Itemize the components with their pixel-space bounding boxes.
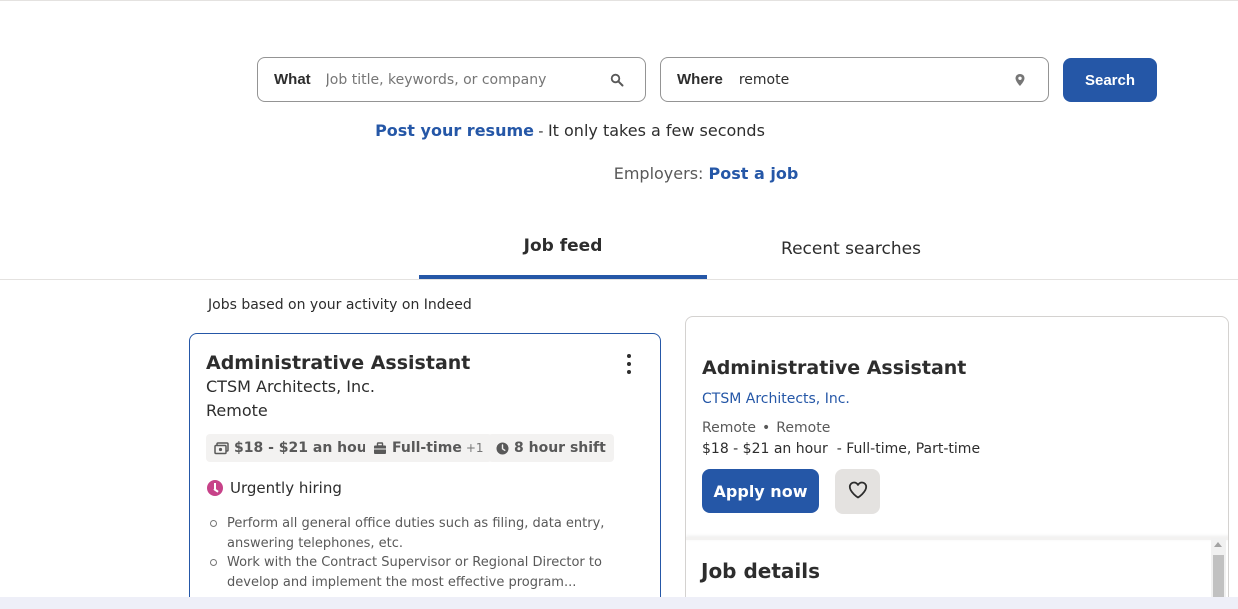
what-label: What: [274, 71, 311, 88]
detail-location: Remote • Remote: [702, 420, 830, 436]
more-vertical-icon[interactable]: [618, 352, 640, 376]
urgent-clock-icon: [207, 480, 223, 496]
salary-text: $18 - $21 an hour: [234, 440, 374, 456]
bottom-band: [0, 597, 1238, 609]
post-resume-line: Post your resume - It only takes a few s…: [0, 121, 1140, 140]
shift-chip: 8 hour shift: [488, 434, 614, 462]
search-icon: [607, 70, 627, 90]
clock-icon: [496, 442, 509, 455]
location-separator: •: [762, 420, 771, 436]
job-snippet: Perform all general office duties such a…: [208, 514, 628, 592]
job-type-chip: Full-time +1: [365, 434, 492, 462]
resume-separator: -: [533, 124, 548, 140]
employers-prefix: Employers:: [613, 164, 709, 183]
job-card[interactable]: Administrative Assistant CTSM Architects…: [189, 333, 661, 609]
job-type-text: Full-time: [392, 440, 462, 456]
briefcase-icon: [373, 441, 387, 455]
tab-recent-searches[interactable]: Recent searches: [707, 239, 995, 282]
search-button[interactable]: Search: [1063, 58, 1157, 102]
heart-icon: [848, 481, 868, 502]
tab-job-feed[interactable]: Job feed: [419, 236, 707, 279]
detail-divider: [686, 537, 1228, 540]
top-divider: [0, 0, 1238, 1]
detail-location-1: Remote: [702, 420, 757, 436]
employers-line: Employers: Post a job: [0, 164, 1238, 183]
money-icon: [214, 441, 229, 455]
urgent-text: Urgently hiring: [230, 479, 342, 497]
urgently-hiring: Urgently hiring: [207, 479, 342, 497]
apply-now-button[interactable]: Apply now: [702, 469, 819, 513]
detail-location-2: Remote: [776, 420, 831, 436]
snippet-item: Perform all general office duties such a…: [208, 514, 628, 553]
detail-title: Administrative Assistant: [702, 357, 967, 379]
salary-chip: $18 - $21 an hour: [206, 434, 382, 462]
job-detail-panel: Administrative Assistant CTSM Architects…: [685, 316, 1229, 609]
job-details-heading: Job details: [701, 559, 821, 583]
what-search-field[interactable]: What: [257, 57, 646, 102]
detail-company-link[interactable]: CTSM Architects, Inc.: [702, 391, 850, 407]
job-type-extra: +1: [465, 441, 484, 455]
snippet-item: Work with the Contract Supervisor or Reg…: [208, 553, 628, 592]
post-resume-link[interactable]: Post your resume: [375, 121, 534, 140]
where-label: Where: [677, 71, 723, 88]
what-input[interactable]: [325, 64, 607, 95]
location-pin-icon: [1010, 70, 1030, 90]
where-search-field[interactable]: Where: [660, 57, 1049, 102]
job-card-company: CTSM Architects, Inc.: [206, 377, 375, 396]
where-input[interactable]: [738, 64, 1010, 95]
resume-tagline: It only takes a few seconds: [547, 121, 765, 140]
job-card-location: Remote: [206, 401, 268, 420]
detail-salary-type: $18 - $21 an hour - Full-time, Part-time: [702, 441, 981, 457]
tabs-divider: [0, 279, 1238, 280]
scroll-up-icon[interactable]: [1214, 542, 1222, 547]
save-job-button[interactable]: [835, 469, 880, 514]
feed-note: Jobs based on your activity on Indeed: [208, 297, 472, 313]
shift-text: 8 hour shift: [514, 440, 606, 456]
post-job-link[interactable]: Post a job: [709, 164, 799, 183]
job-card-title[interactable]: Administrative Assistant: [206, 352, 470, 374]
